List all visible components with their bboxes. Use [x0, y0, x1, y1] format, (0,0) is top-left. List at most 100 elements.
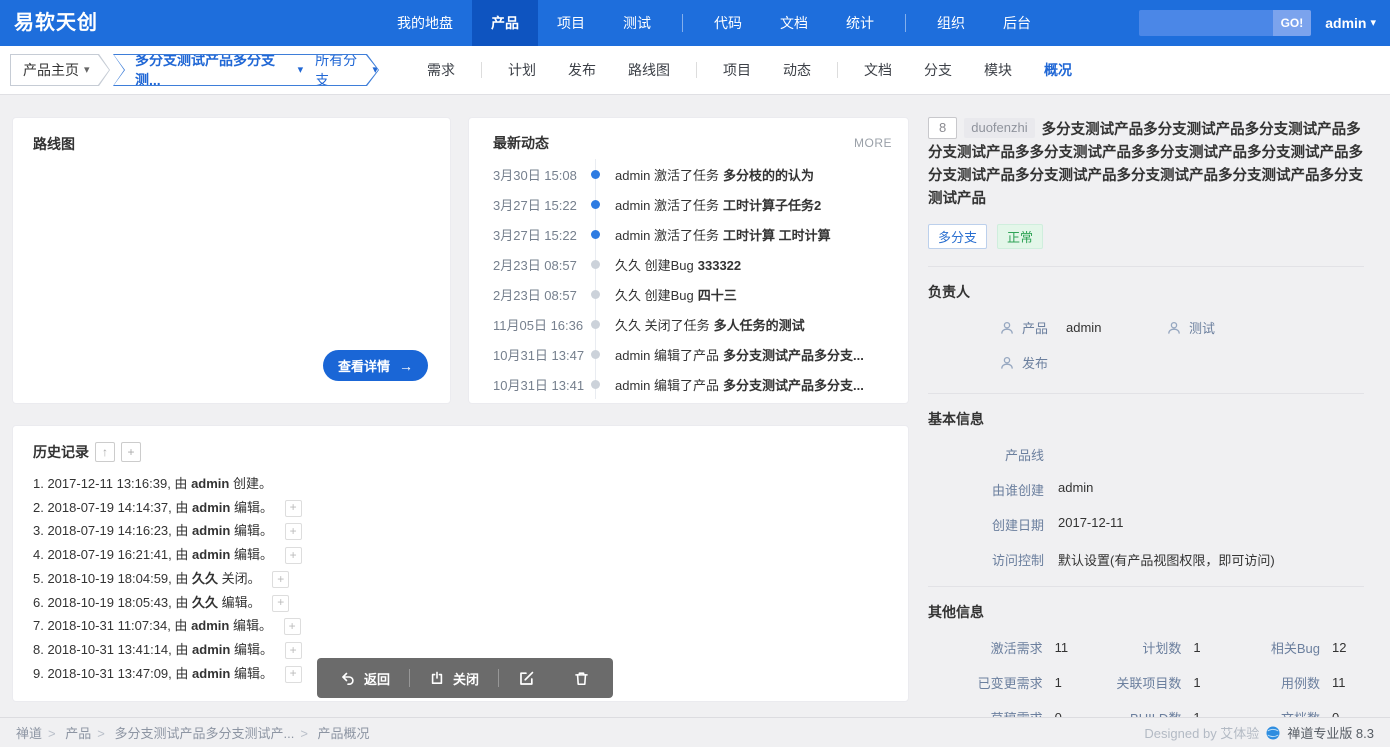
- main-nav-item[interactable]: 我的地盘: [378, 0, 472, 46]
- expand-entry-button[interactable]: +: [285, 666, 302, 683]
- main-nav-item[interactable]: 测试: [604, 0, 670, 46]
- main-nav-item[interactable]: 统计: [827, 0, 893, 46]
- branch-switch-dropdown[interactable]: 所有分支 ▾: [315, 50, 378, 90]
- product-menu-item[interactable]: 动态: [767, 60, 827, 80]
- main-nav-item[interactable]: [905, 14, 906, 32]
- info-row: 访问控制 默认设置(有产品视图权限，即可访问): [928, 550, 1364, 569]
- main-nav-item[interactable]: 产品: [472, 0, 538, 46]
- product-menu-item[interactable]: 计划: [492, 60, 552, 80]
- activity-item[interactable]: 10月31日 13:41 admin 编辑了产品多分支测试产品多分支...: [469, 369, 908, 399]
- more-link[interactable]: MORE: [854, 136, 892, 150]
- main-nav-item[interactable]: 项目: [538, 0, 604, 46]
- history-actor: admin: [191, 476, 229, 491]
- activity-item[interactable]: 2月23日 08:57 久久 创建Bug四十三: [469, 279, 908, 309]
- activity-time: 11月05日 16:36: [469, 315, 581, 334]
- expand-entry-button[interactable]: +: [272, 571, 289, 588]
- arrow-right-icon: →: [399, 358, 413, 374]
- product-menu-item[interactable]: 概况: [1028, 60, 1088, 80]
- main-nav-item[interactable]: 代码: [695, 0, 761, 46]
- activity-time: 2月23日 08:57: [469, 285, 581, 304]
- close-product-button[interactable]: 关闭: [410, 658, 498, 698]
- history-item: 7. 2018-10-31 11:07:34, 由 admin 编辑。 +: [33, 614, 888, 638]
- expand-entry-button[interactable]: +: [285, 642, 302, 659]
- chevron-down-icon: ▾: [84, 65, 90, 76]
- delete-button[interactable]: [554, 658, 609, 698]
- product-menu-item[interactable]: 文档: [848, 60, 908, 80]
- history-list: 1. 2017-12-11 13:16:39, 由 admin 创建。 + 2.…: [13, 472, 908, 685]
- stat-cell: 已变更需求 1: [948, 673, 1087, 692]
- product-menu-item[interactable]: [696, 62, 697, 78]
- arrow-up-icon: ↑: [102, 445, 108, 459]
- footer-breadcrumb-link[interactable]: 禅道: [16, 726, 42, 741]
- product-menu-item[interactable]: 需求: [411, 60, 471, 80]
- activity-object: 多分枝的的认为: [723, 168, 814, 183]
- product-menu-item[interactable]: 发布: [552, 60, 612, 80]
- expand-entry-button[interactable]: +: [272, 595, 289, 612]
- search-go-button[interactable]: GO!: [1273, 10, 1312, 36]
- footer-breadcrumb-link[interactable]: 多分支测试产品多分支测试产...: [114, 726, 294, 741]
- product-menu-item[interactable]: 模块: [968, 60, 1028, 80]
- activity-item[interactable]: 3月30日 15:08 admin 激活了任务多分枝的的认为: [469, 159, 908, 189]
- activity-text: admin 激活了任务工时计算子任务2: [615, 195, 821, 214]
- history-title: 历史记录: [33, 442, 89, 462]
- activity-time: 3月27日 15:22: [469, 195, 581, 214]
- view-detail-button[interactable]: 查看详情 →: [323, 350, 428, 381]
- activity-item[interactable]: 11月05日 16:36 久久 关闭了任务多人任务的测试: [469, 309, 908, 339]
- stat-cell: 用例数 11: [1225, 673, 1364, 692]
- reverse-order-button[interactable]: ↑: [95, 442, 115, 462]
- brand-version-text[interactable]: 禅道专业版 8.3: [1287, 723, 1374, 742]
- expand-all-button[interactable]: +: [121, 442, 141, 462]
- activity-time: 2月23日 08:57: [469, 255, 581, 274]
- history-actor: admin: [192, 547, 230, 562]
- app-logo[interactable]: 易软天创: [14, 0, 98, 46]
- main-nav-item[interactable]: 文档: [761, 0, 827, 46]
- activity-text: admin 激活了任务多分枝的的认为: [615, 165, 814, 184]
- activity-item[interactable]: 2月23日 08:57 久久 创建Bug333322: [469, 249, 908, 279]
- timeline-dot-icon: [591, 350, 600, 359]
- timeline-dot-icon: [591, 200, 600, 209]
- expand-entry-button[interactable]: +: [284, 618, 301, 635]
- user-icon: [1000, 356, 1014, 370]
- product-switch-dropdown[interactable]: 多分支测试产品多分支测... ▾: [135, 50, 303, 90]
- chevron-down-icon: ▾: [298, 65, 304, 76]
- product-badges: 多分支 正常: [928, 224, 1364, 249]
- history-actor: admin: [191, 618, 229, 633]
- footer-breadcrumb-link[interactable]: 产品概况: [318, 726, 370, 741]
- main-nav-item[interactable]: 组织: [918, 0, 984, 46]
- other-info-section: 其他信息 激活需求 11 计划数 1 相关Bug 12 已: [928, 586, 1364, 737]
- footer-breadcrumb-link[interactable]: 产品: [65, 726, 91, 741]
- stat-cell: 计划数 1: [1087, 638, 1226, 657]
- product-menu-item[interactable]: [481, 62, 482, 78]
- activity-object: 工时计算子任务2: [723, 198, 821, 213]
- basic-info-section: 基本信息 产品线 由谁创建 admin 创建日期 2017-12-11: [928, 393, 1364, 569]
- expand-entry-button[interactable]: +: [285, 547, 302, 564]
- main-nav-item[interactable]: 后台: [984, 0, 1050, 46]
- history-actor: admin: [192, 523, 230, 538]
- undo-arrow-icon: [340, 670, 356, 686]
- expand-entry-button[interactable]: +: [285, 500, 302, 517]
- main-nav-item[interactable]: [682, 14, 683, 32]
- product-menu-item[interactable]: 项目: [707, 60, 767, 80]
- edit-button[interactable]: [499, 658, 554, 698]
- stat-cell: 相关Bug 12: [1225, 638, 1364, 657]
- product-id-badge: 8: [928, 117, 957, 139]
- user-menu[interactable]: admin ▾: [1325, 15, 1376, 31]
- product-home-dropdown[interactable]: 产品主页 ▾: [10, 54, 110, 86]
- expand-entry-button[interactable]: +: [285, 523, 302, 540]
- product-menu-item[interactable]: 分支: [908, 60, 968, 80]
- activity-item[interactable]: 3月27日 15:22 admin 激活了任务工时计算子任务2: [469, 189, 908, 219]
- globe-icon: [1266, 726, 1280, 740]
- activity-item[interactable]: 10月31日 13:47 admin 编辑了产品多分支测试产品多分支...: [469, 339, 908, 369]
- history-actor: admin: [192, 500, 230, 515]
- branch-badge: 多分支: [928, 224, 987, 249]
- status-badge: 正常: [997, 224, 1043, 249]
- activity-time: 3月27日 15:22: [469, 225, 581, 244]
- product-menu-item[interactable]: [837, 62, 838, 78]
- search-input[interactable]: [1139, 10, 1273, 36]
- activity-item[interactable]: 3月27日 15:22 admin 激活了任务工时计算 工时计算: [469, 219, 908, 249]
- product-menu-item[interactable]: 路线图: [612, 60, 686, 80]
- info-row: 产品线: [928, 445, 1364, 464]
- back-button[interactable]: 返回: [321, 658, 409, 698]
- product-menu: 需求 计划 发布 路线图 项目 动态 文档 分支 模块 概况: [411, 60, 1088, 80]
- history-item: 4. 2018-07-19 16:21:41, 由 admin 编辑。 +: [33, 543, 888, 567]
